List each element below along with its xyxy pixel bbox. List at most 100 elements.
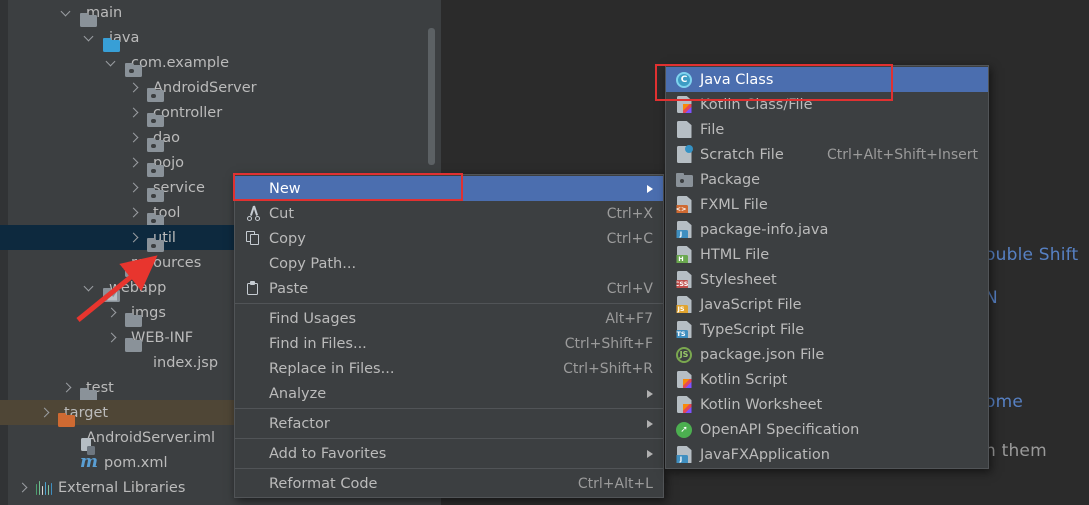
menu-item-label: TypeScript File [700,321,805,338]
menu-item[interactable]: Scratch File Ctrl+Alt+Shift+Insert [666,142,988,167]
project-tree-scrollbar[interactable] [428,28,435,165]
menu-item-label: Scratch File [700,146,784,163]
menu-item[interactable]: Kotlin Worksheet [666,392,988,417]
menu-item-shortcut: Alt+F7 [605,310,653,327]
icon-gap [96,287,103,288]
menu-item[interactable]: Refactor [235,411,663,436]
tree-row[interactable]: pojo [0,150,441,177]
tree-row[interactable]: main [0,0,441,27]
menu-item[interactable]: Copy Ctrl+C [235,226,663,251]
chevron-down-icon[interactable] [60,6,73,19]
menu-item[interactable]: Replace in Files... Ctrl+Shift+R [235,356,663,381]
menu-item-label: Kotlin Script [700,371,788,388]
context-menu[interactable]: New Cut Ctrl+X Copy Ctrl+C Copy Path... Paste C… [234,174,664,498]
menu-item[interactable]: Copy Path... [235,251,663,276]
menu-item[interactable]: Analyze [235,381,663,406]
chevron-right-icon[interactable] [105,306,118,319]
icon-gap [29,487,36,488]
menu-item[interactable]: Paste Ctrl+V [235,276,663,301]
chevron-right-icon[interactable] [127,156,140,169]
fxml-file-icon: <> [674,196,694,213]
menu-item[interactable]: Reformat Code Ctrl+Alt+L [235,471,663,496]
chevron-placeholder [60,431,73,444]
menu-item-label: Analyze [269,385,327,402]
chevron-placeholder [127,356,140,369]
icon-gap [118,62,125,63]
menu-item[interactable]: <> FXML File [666,192,988,217]
menu-item-shortcut: Ctrl+Shift+R [563,360,653,377]
chevron-down-icon[interactable] [83,31,96,44]
chevron-right-icon[interactable] [127,181,140,194]
tree-row[interactable]: AndroidServer [0,75,441,102]
menu-item[interactable]: C Java Class [666,67,988,92]
chevron-right-icon[interactable] [127,206,140,219]
html-file-icon: H [674,246,694,263]
menu-item[interactable]: H HTML File [666,242,988,267]
chevron-right-icon[interactable] [60,381,73,394]
chevron-right-icon[interactable] [127,81,140,94]
menu-item[interactable]: File [666,117,988,142]
javascript-file-icon: JS [674,296,694,313]
tree-row-label: pom.xml [104,454,168,471]
menu-item[interactable]: New [235,176,663,201]
menu-item-label: Cut [269,205,294,222]
chevron-right-icon[interactable] [127,131,140,144]
editor-hint-line: ome [985,392,1024,412]
chevron-right-icon[interactable] [127,106,140,119]
menu-item-label: Stylesheet [700,271,777,288]
menu-item[interactable]: Package [666,167,988,192]
chevron-placeholder [105,256,118,269]
menu-item[interactable]: Jpackage-info.java [666,217,988,242]
icon-gap [118,262,125,263]
menu-item[interactable]: JS JavaScript File [666,292,988,317]
menu-item[interactable]: Find in Files... Ctrl+Shift+F [235,331,663,356]
menu-item[interactable]: Find Usages Alt+F7 [235,306,663,331]
tree-row[interactable]: java [0,25,441,52]
icon-gap [140,87,147,88]
menu-item-label: Reformat Code [269,475,378,492]
menu-item-label: New [269,180,301,197]
submenu-arrow-icon [647,184,653,193]
menu-item-label: Add to Favorites [269,445,387,462]
tree-row[interactable]: controller [0,100,441,127]
chevron-right-icon[interactable] [127,231,140,244]
menu-item[interactable]: CSS Stylesheet [666,267,988,292]
submenu-arrow-icon [647,449,653,458]
icon-gap [73,387,80,388]
menu-item[interactable]: J JavaFXApplication [666,442,988,467]
chevron-down-icon[interactable] [83,281,96,294]
tree-row[interactable]: dao [0,125,441,152]
menu-item[interactable]: Cut Ctrl+X [235,201,663,226]
icon-gap [140,187,147,188]
external-libraries-icon [36,480,53,495]
new-submenu[interactable]: C Java Class Kotlin Class/File File Scratch … [665,65,989,469]
chevron-right-icon[interactable] [105,331,118,344]
chevron-right-icon[interactable] [16,481,29,494]
tree-row[interactable]: com.example [0,50,441,77]
scratch-file-icon [674,145,694,163]
chevron-placeholder [60,456,73,469]
menu-item[interactable]: ➚ OpenAPI Specification [666,417,988,442]
icon-gap [140,362,147,363]
tree-row-label: index.jsp [153,354,219,371]
menu-item[interactable]: TS TypeScript File [666,317,988,342]
menu-item[interactable]: JS package.json File [666,342,988,367]
icon-gap [140,137,147,138]
chevron-right-icon[interactable] [38,406,51,419]
tree-row-label: com.example [131,54,229,71]
menu-item[interactable]: Kotlin Class/File [666,92,988,117]
icon-gap [51,412,58,413]
copy-icon [243,231,263,246]
menu-item[interactable]: Add to Favorites [235,441,663,466]
menu-item-label: HTML File [700,246,770,263]
chevron-down-icon[interactable] [105,56,118,69]
menu-item[interactable]: Kotlin Script [666,367,988,392]
css-file-icon: CSS [674,271,694,288]
